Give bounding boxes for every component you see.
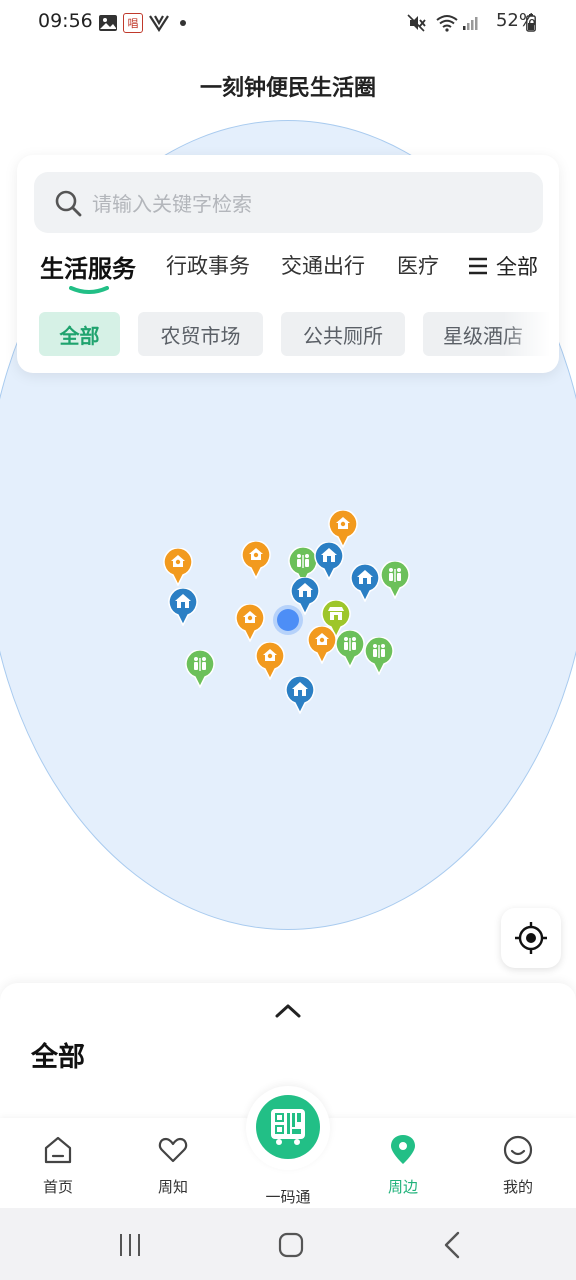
toilet-pin-icon[interactable] [364,637,394,675]
chip-all[interactable]: 全部 [39,312,120,356]
search-filter-card: 生活服务 行政事务 交通出行 医疗 全部 全部 农贸市场 公共厕所 星级酒店 [17,155,559,373]
home-pin-icon[interactable] [350,564,380,602]
signal-icon [461,12,479,34]
toilet-pin-icon[interactable] [380,561,410,599]
home-pin-icon[interactable] [168,588,198,626]
notification-badge: 唱 [123,13,143,33]
heart-icon [158,1137,188,1163]
mute-icon [406,12,428,34]
toilet-pin-icon[interactable] [185,650,215,688]
home-pin-icon[interactable] [290,577,320,615]
service-pin-icon[interactable] [307,626,337,664]
battery-icon [524,12,538,34]
system-navigation-bar [0,1208,576,1280]
active-tab-indicator [69,286,109,294]
crosshair-icon [515,922,547,954]
v-app-icon [148,12,170,34]
home-icon [44,1136,72,1164]
qr-bus-icon [271,1109,305,1145]
search-input[interactable] [90,184,524,224]
page-title: 一刻钟便民生活圈 [199,76,376,101]
home-pin-icon[interactable] [285,676,315,714]
service-pin-icon[interactable] [255,642,285,680]
sheet-title: 全部 [31,1042,85,1073]
menu-icon [468,257,488,275]
locate-me-button[interactable] [501,908,561,968]
chip-public-toilet[interactable]: 公共厕所 [281,312,405,356]
chip-farmers-market[interactable]: 农贸市场 [138,312,263,356]
recent-apps-icon[interactable] [117,1232,143,1258]
search-box[interactable] [34,172,543,233]
chip-scroll-fade [503,311,559,357]
notification-app-icon: 唱 [122,12,144,34]
back-icon[interactable] [440,1230,464,1260]
nav-notices[interactable]: 周知 [123,1118,223,1208]
location-pin-icon [391,1135,415,1164]
nav-nearby[interactable]: 周边 [353,1118,453,1208]
all-categories-button[interactable]: 全部 [460,251,538,281]
service-pin-icon[interactable] [241,541,271,579]
nav-mine[interactable]: 我的 [468,1118,568,1208]
tab-life-services[interactable]: 生活服务 [40,249,136,284]
service-pin-icon[interactable] [163,548,193,586]
nav-one-code-label: 一码通 [265,1188,311,1206]
nav-notices-label: 周知 [157,1178,188,1196]
search-icon [55,190,82,217]
wifi-icon [434,12,460,34]
image-icon [97,12,119,34]
dot-icon [177,12,189,34]
nav-home[interactable]: 首页 [8,1118,108,1208]
nav-mine-label: 我的 [502,1178,533,1196]
status-time: 09:56 [38,10,93,32]
home-button-icon[interactable] [277,1231,305,1259]
toilet-pin-icon[interactable] [335,630,365,668]
nav-home-label: 首页 [42,1178,73,1196]
one-code-button[interactable] [256,1095,320,1159]
home-pin-icon[interactable] [314,542,344,580]
nav-nearby-label: 周边 [387,1178,418,1196]
tab-transportation[interactable]: 交通出行 [281,250,365,280]
tab-medical[interactable]: 医疗 [397,250,439,280]
tab-administrative[interactable]: 行政事务 [166,250,250,280]
smile-icon [503,1135,533,1165]
chevron-up-icon[interactable] [272,1001,304,1021]
status-bar: 09:56 唱 52% [0,0,576,48]
service-pin-icon[interactable] [235,604,265,642]
current-location-dot [277,609,299,631]
all-categories-label: 全部 [496,255,538,279]
